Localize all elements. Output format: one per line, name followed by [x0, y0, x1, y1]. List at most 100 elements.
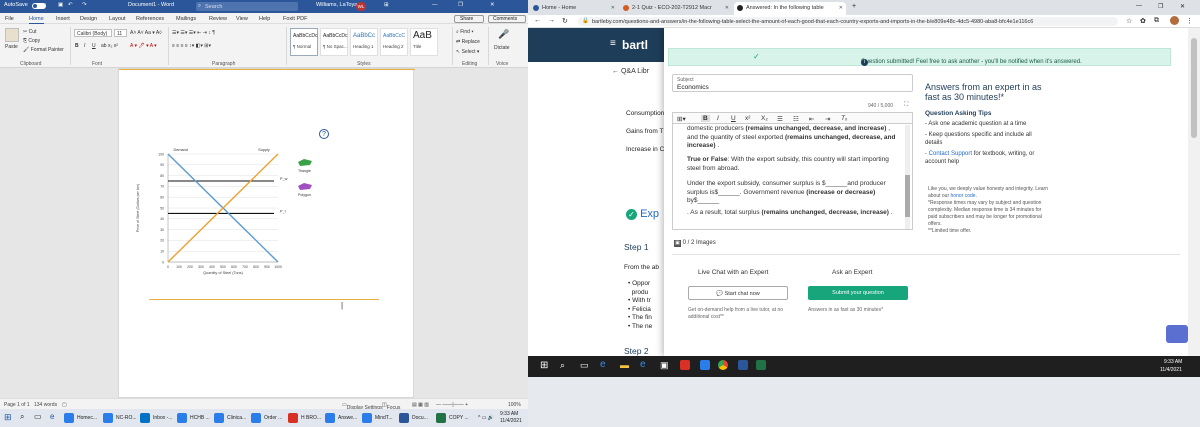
- close-icon[interactable]: ✕: [1180, 3, 1185, 10]
- align-buttons[interactable]: ≡ ≡ ≡ ≡ ↕▾ ◧▾ ⊞▾: [172, 43, 211, 49]
- star-icon[interactable]: ☆: [1126, 17, 1132, 25]
- word-count[interactable]: 134 words: [34, 402, 57, 408]
- paste-button[interactable]: Paste: [5, 44, 18, 50]
- tab-home[interactable]: Home - Home ✕: [530, 2, 618, 15]
- style-no-spacing[interactable]: AaBbCcDc ¶ No Spac...: [320, 28, 348, 56]
- taskbar-item[interactable]: Answe...: [325, 412, 357, 424]
- excel-icon[interactable]: [756, 360, 766, 370]
- word-icon[interactable]: [738, 360, 748, 370]
- tab-home[interactable]: Home: [29, 16, 44, 24]
- restore-icon[interactable]: ❐: [1158, 3, 1163, 10]
- submit-question-button[interactable]: Submit your question: [808, 286, 908, 300]
- dictate-button[interactable]: Dictate: [494, 45, 510, 51]
- taskbar-item[interactable]: MindT...: [362, 412, 393, 424]
- page-scrollbar[interactable]: [1188, 28, 1200, 356]
- taskbar-item[interactable]: Homec...: [64, 412, 97, 424]
- zoom-slider[interactable]: — ——|—— +: [436, 402, 468, 408]
- view-buttons[interactable]: ▤ ▦ ▥: [412, 402, 429, 408]
- bartleby-logo[interactable]: bartl: [622, 38, 648, 52]
- taskbar-item[interactable]: H BRO...: [288, 412, 321, 424]
- subscript-button[interactable]: X₂: [761, 115, 768, 122]
- comments-button[interactable]: Comments: [488, 15, 526, 23]
- tab-quiz[interactable]: 2-1 Quiz - ECO-202-T2912 Macr ✕: [620, 2, 732, 15]
- grow-font-button[interactable]: A˄ A˅ Aa ▾ A◊: [130, 30, 162, 36]
- hamburger-icon[interactable]: ≡: [610, 38, 616, 49]
- subject-field[interactable]: Subject Economics: [672, 74, 913, 92]
- microphone-icon[interactable]: 🎤: [498, 29, 509, 40]
- copy-button[interactable]: ⎘ Copy: [23, 38, 40, 44]
- url-input[interactable]: 🔒 bartleby.com/questions-and-answers/in-…: [578, 17, 1118, 26]
- coauthor-icon[interactable]: ⊞: [384, 2, 389, 8]
- tab-references[interactable]: References: [136, 16, 164, 22]
- taskbar-item[interactable]: HCHB ...: [177, 412, 210, 424]
- style-normal[interactable]: AaBbCcDc ¶ Normal: [290, 28, 318, 56]
- tab-view[interactable]: View: [236, 16, 248, 22]
- contact-support-link[interactable]: - Contact Support: [925, 151, 972, 157]
- underline-button[interactable]: U: [92, 43, 96, 49]
- cut-button[interactable]: ✂ Cut: [23, 29, 36, 35]
- undo-icon[interactable]: ↶: [68, 2, 73, 8]
- replace-button[interactable]: ⇄ Replace: [456, 39, 480, 45]
- tab-review[interactable]: Review: [209, 16, 227, 22]
- tab-answered[interactable]: Answered: In the following table ✕: [734, 2, 846, 15]
- start-chat-button[interactable]: 💬 Start chat now: [688, 286, 788, 300]
- italic-button[interactable]: I: [84, 43, 85, 49]
- forward-icon[interactable]: →: [548, 17, 555, 24]
- taskbar-item[interactable]: Order ...: [251, 412, 282, 424]
- ie-icon[interactable]: e: [640, 359, 646, 370]
- menu-icon[interactable]: ⋮: [1186, 17, 1193, 25]
- find-button[interactable]: ⌕ Find ▾: [456, 29, 473, 35]
- superscript-button[interactable]: x²: [745, 115, 750, 122]
- reload-icon[interactable]: ↻: [562, 17, 568, 25]
- strikethrough-button[interactable]: ab x₂ x²: [101, 43, 118, 49]
- clear-format-button[interactable]: Tₓ: [841, 115, 847, 122]
- bullets-button[interactable]: ☰▾ ☰▾ ☰▾ ⇤ ⇥ ↕ ¶: [172, 30, 215, 36]
- tab-file[interactable]: File: [5, 16, 14, 22]
- clock-date[interactable]: 11/4/2021: [500, 418, 522, 424]
- chrome-icon[interactable]: [718, 360, 728, 370]
- windows-start-icon[interactable]: ⊞: [540, 360, 548, 371]
- edge-icon[interactable]: e: [600, 359, 606, 370]
- share-button[interactable]: Share: [454, 15, 484, 23]
- style-heading-1[interactable]: AaBbCc Heading 1: [350, 28, 378, 56]
- search-icon[interactable]: ⌕: [20, 412, 24, 422]
- bold-button[interactable]: B: [701, 115, 710, 122]
- tray-icons[interactable]: ^ ▭ 🔊: [478, 415, 494, 421]
- new-tab-icon[interactable]: +: [852, 3, 856, 10]
- underline-button[interactable]: U: [731, 115, 736, 122]
- info-icon[interactable]: i: [861, 59, 868, 66]
- save-icon[interactable]: ▣: [58, 2, 63, 8]
- zoom-level[interactable]: 100%: [508, 402, 521, 408]
- back-link[interactable]: ← Q&A Libr: [612, 68, 649, 75]
- extension-icon[interactable]: ✿: [1140, 17, 1146, 25]
- edge-icon[interactable]: e: [50, 412, 54, 421]
- paste-icon[interactable]: [5, 28, 19, 42]
- scroll-thumb[interactable]: [1191, 38, 1197, 138]
- proofing-icon[interactable]: ▢: [62, 402, 67, 408]
- minimize-icon[interactable]: —: [1136, 3, 1142, 9]
- avatar[interactable]: WL: [356, 2, 366, 11]
- bold-button[interactable]: B: [75, 43, 79, 49]
- outdent-button[interactable]: ⇤: [809, 115, 814, 123]
- numbered-list-button[interactable]: ☷: [793, 115, 799, 123]
- focus-button[interactable]: ◫ Focus: [382, 402, 400, 411]
- clock-time[interactable]: 9:33 AM: [1164, 359, 1182, 365]
- style-heading-2[interactable]: AaBbCcC Heading 2: [380, 28, 408, 56]
- tab-help[interactable]: Help: [259, 16, 270, 22]
- taskbar-item[interactable]: NC-RO...: [103, 412, 137, 424]
- tab-layout[interactable]: Layout: [109, 16, 126, 22]
- table-icon[interactable]: ⊞▾: [677, 115, 686, 123]
- style-title[interactable]: AaB Title: [410, 28, 438, 56]
- taskbar-item[interactable]: COPY ...: [436, 412, 469, 424]
- display-settings-button[interactable]: ▭ Display Settings: [342, 402, 383, 411]
- images-count[interactable]: ▣ 0 / 2 Images: [674, 240, 716, 247]
- folder-icon[interactable]: ▬: [620, 360, 629, 370]
- tab-design[interactable]: Design: [80, 16, 97, 22]
- taskbar-item[interactable]: Clinica...: [214, 412, 246, 424]
- avatar[interactable]: [1170, 16, 1179, 25]
- italic-button[interactable]: I: [717, 115, 719, 122]
- taskbar-item[interactable]: Inbox -...: [140, 412, 172, 424]
- tab-mailings[interactable]: Mailings: [176, 16, 196, 22]
- search-icon[interactable]: ⌕: [560, 360, 565, 371]
- clock-date[interactable]: 11/4/2021: [1160, 367, 1182, 373]
